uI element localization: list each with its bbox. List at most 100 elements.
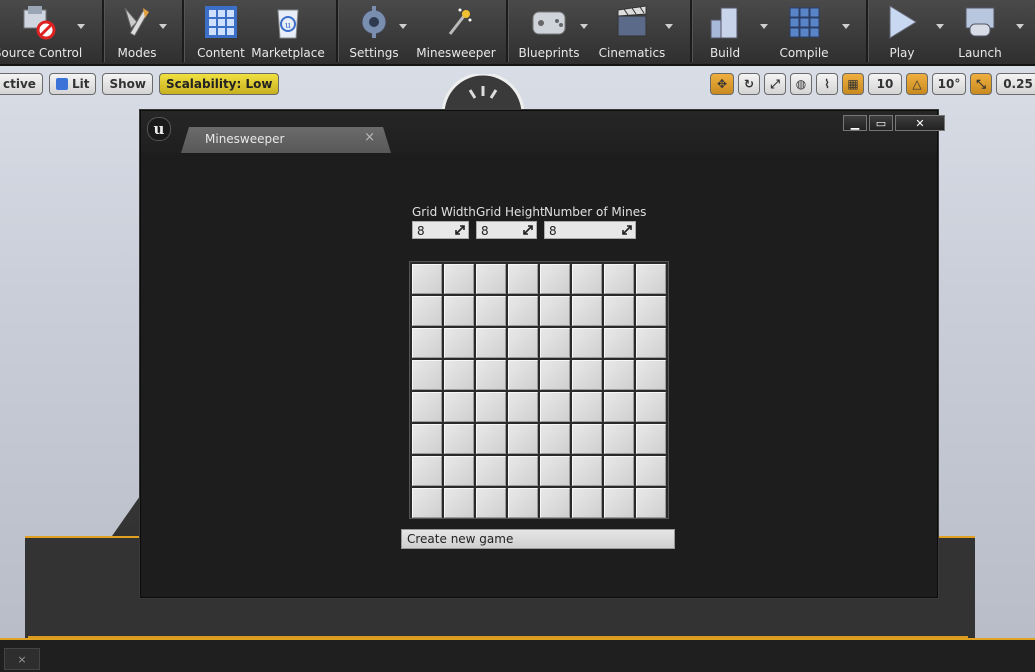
cinematics-button[interactable]: Cinematics [598, 0, 666, 64]
board-cell[interactable] [636, 456, 666, 486]
board-cell[interactable] [604, 360, 634, 390]
board-cell[interactable] [412, 424, 442, 454]
board-cell[interactable] [572, 456, 602, 486]
grid-height-input[interactable]: 8 [476, 221, 537, 239]
board-cell[interactable] [508, 296, 538, 326]
board-cell[interactable] [572, 264, 602, 294]
board-cell[interactable] [604, 328, 634, 358]
maximize-button[interactable]: ▭ [869, 115, 893, 131]
board-cell[interactable] [476, 488, 506, 518]
close-icon[interactable]: × [17, 653, 26, 666]
board-cell[interactable] [604, 456, 634, 486]
board-cell[interactable] [636, 296, 666, 326]
source-control-button[interactable]: Source Control [0, 0, 84, 64]
board-cell[interactable] [476, 424, 506, 454]
board-cell[interactable] [540, 392, 570, 422]
board-cell[interactable] [412, 328, 442, 358]
board-cell[interactable] [540, 264, 570, 294]
board-cell[interactable] [444, 392, 474, 422]
board-cell[interactable] [412, 264, 442, 294]
board-cell[interactable] [444, 456, 474, 486]
chevron-down-icon[interactable] [665, 24, 673, 29]
board-cell[interactable] [540, 296, 570, 326]
board-cell[interactable] [636, 360, 666, 390]
scale-snap-value[interactable]: 0.25 [996, 73, 1035, 95]
board-cell[interactable] [604, 264, 634, 294]
minesweeper-button[interactable]: Minesweeper [416, 0, 496, 64]
board-cell[interactable] [508, 456, 538, 486]
compile-button[interactable]: Compile [776, 0, 832, 64]
board-cell[interactable] [636, 424, 666, 454]
grid-width-input[interactable]: 8 [412, 221, 469, 239]
scalability-button[interactable]: Scalability: Low [158, 73, 280, 95]
board-cell[interactable] [636, 264, 666, 294]
board-cell[interactable] [476, 360, 506, 390]
board-cell[interactable] [540, 328, 570, 358]
board-cell[interactable] [508, 424, 538, 454]
chevron-down-icon[interactable] [760, 24, 768, 29]
scale-snap-toggle[interactable]: ⤡ [970, 73, 992, 95]
grid-snap-value[interactable]: 10 [868, 73, 902, 95]
board-cell[interactable] [444, 424, 474, 454]
board-cell[interactable] [508, 328, 538, 358]
board-cell[interactable] [444, 264, 474, 294]
board-cell[interactable] [636, 392, 666, 422]
chevron-down-icon[interactable] [1016, 24, 1024, 29]
board-cell[interactable] [508, 264, 538, 294]
board-cell[interactable] [604, 392, 634, 422]
perspective-button[interactable]: ctive [0, 73, 43, 95]
modes-button[interactable]: Modes [110, 0, 164, 64]
board-cell[interactable] [540, 424, 570, 454]
window-titlebar[interactable]: u Minesweeper × ▁ ▭ ✕ [141, 111, 945, 153]
launch-button[interactable]: Launch [952, 0, 1008, 64]
minimize-button[interactable]: ▁ [843, 115, 867, 131]
world-local-button[interactable]: ◍ [790, 73, 812, 95]
board-cell[interactable] [540, 488, 570, 518]
board-cell[interactable] [508, 392, 538, 422]
board-cell[interactable] [508, 360, 538, 390]
lit-button[interactable]: Lit [48, 73, 97, 95]
scale-tool-button[interactable]: ⤢ [764, 73, 786, 95]
blueprints-button[interactable]: Blueprints [518, 0, 580, 64]
chevron-down-icon[interactable] [936, 24, 944, 29]
show-button[interactable]: Show [102, 73, 153, 95]
mines-input[interactable]: 8 [544, 221, 636, 239]
board-cell[interactable] [604, 424, 634, 454]
board-cell[interactable] [540, 360, 570, 390]
board-cell[interactable] [572, 296, 602, 326]
board-cell[interactable] [636, 328, 666, 358]
spin-arrows-icon[interactable] [455, 225, 465, 235]
board-cell[interactable] [540, 456, 570, 486]
board-cell[interactable] [572, 392, 602, 422]
chevron-down-icon[interactable] [399, 24, 407, 29]
board-cell[interactable] [412, 360, 442, 390]
rotation-snap-value[interactable]: 10° [932, 73, 966, 95]
chevron-down-icon[interactable] [77, 24, 85, 29]
spin-arrows-icon[interactable] [622, 225, 632, 235]
play-button[interactable]: Play [876, 0, 928, 64]
board-cell[interactable] [444, 360, 474, 390]
surface-snap-button[interactable]: ⌇ [816, 73, 838, 95]
board-cell[interactable] [572, 360, 602, 390]
create-new-game-button[interactable]: Create new game [401, 529, 675, 549]
translate-tool-button[interactable]: ✥ [710, 73, 734, 95]
board-cell[interactable] [508, 488, 538, 518]
chevron-down-icon[interactable] [842, 24, 850, 29]
board-cell[interactable] [412, 456, 442, 486]
board-cell[interactable] [476, 456, 506, 486]
rotate-tool-button[interactable]: ↻ [738, 73, 760, 95]
tab-minesweeper[interactable]: Minesweeper × [181, 127, 391, 153]
board-cell[interactable] [476, 296, 506, 326]
board-cell[interactable] [444, 328, 474, 358]
board-cell[interactable] [604, 488, 634, 518]
board-cell[interactable] [444, 296, 474, 326]
settings-button[interactable]: Settings [348, 0, 400, 64]
rotation-snap-toggle[interactable]: △ [906, 73, 928, 95]
board-cell[interactable] [412, 392, 442, 422]
board-cell[interactable] [572, 328, 602, 358]
grid-snap-toggle[interactable]: ▦ [842, 73, 864, 95]
chevron-down-icon[interactable] [580, 24, 588, 29]
marketplace-button[interactable]: u Marketplace [251, 0, 325, 64]
chevron-down-icon[interactable] [159, 24, 167, 29]
content-button[interactable]: Content [196, 0, 246, 64]
